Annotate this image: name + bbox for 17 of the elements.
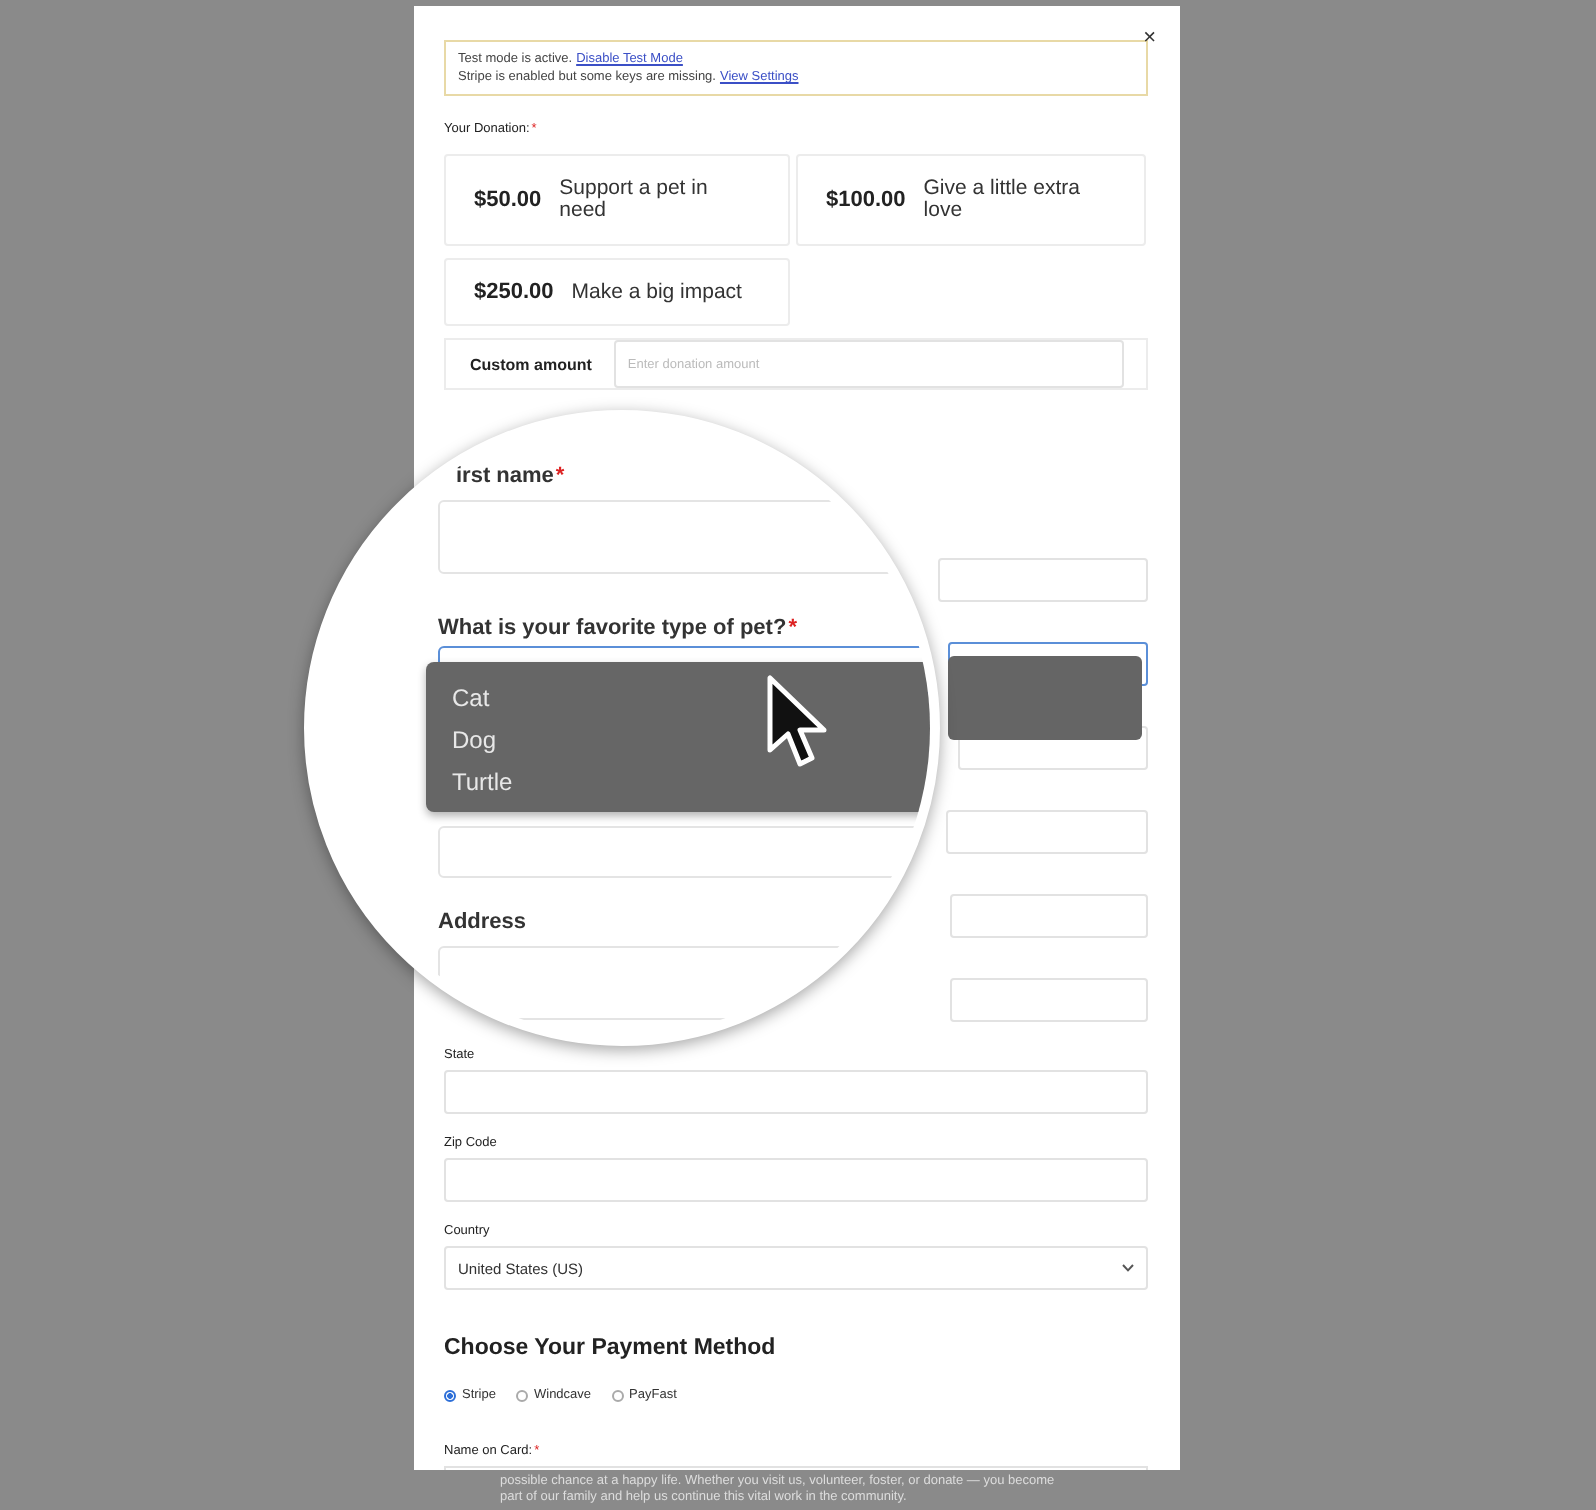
dropdown-option[interactable]: Dog [452,724,930,756]
text-field[interactable] [950,978,1148,1022]
caret-icon [1122,1264,1134,1272]
text-field[interactable] [946,810,1148,854]
custom-amount-label: Custom amount [470,355,592,373]
text-field[interactable] [950,894,1148,938]
text-field[interactable] [444,1070,1148,1114]
field-label: What is your favorite type of pet?* [438,614,799,644]
text-field[interactable] [444,1158,1148,1202]
field-label: Address [438,908,529,938]
close-button[interactable]: × [1143,26,1156,50]
text-field[interactable] [938,558,1148,602]
donation-option[interactable]: $250.00 Make a big impact [444,258,790,326]
dropdown-option[interactable]: Cat [452,682,930,714]
dropdown-option[interactable]: Turtle [452,766,930,798]
payment-heading: Choose Your Payment Method [444,1336,778,1360]
field-label: irst name* [454,462,567,492]
